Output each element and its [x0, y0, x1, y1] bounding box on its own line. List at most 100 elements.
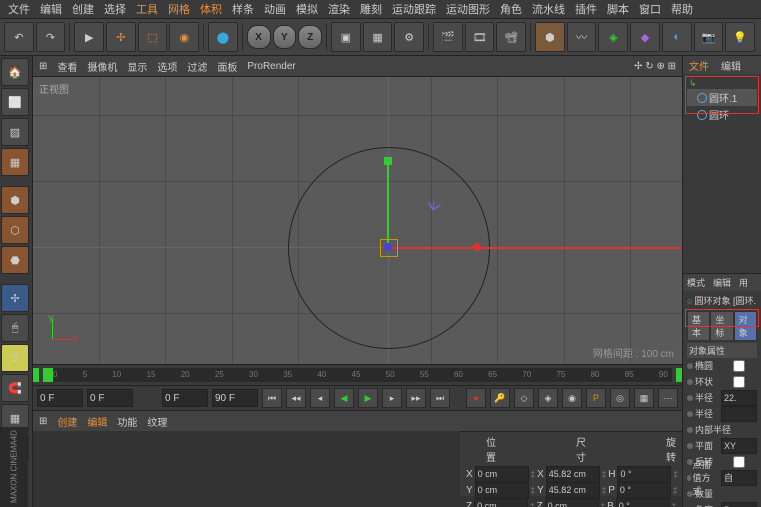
render-settings-button[interactable]: ⚙ — [394, 22, 424, 52]
view-camera[interactable]: 摄像机 — [87, 59, 117, 74]
view-prorender[interactable]: ProRender — [247, 61, 295, 72]
view-nav-icons[interactable]: ✢ ↻ ⊕ ⊞ — [634, 61, 676, 72]
menu-script[interactable]: 脚本 — [603, 1, 633, 17]
cube-primitive[interactable]: ⬢ — [535, 22, 565, 52]
spline-primitive[interactable]: 〰 — [567, 22, 597, 52]
film-icon[interactable]: 📽 — [496, 22, 526, 52]
goto-start[interactable]: ⏮ — [262, 388, 282, 408]
snap-toggle[interactable]: S — [1, 344, 29, 372]
timeline-start[interactable] — [33, 368, 39, 382]
menu-sim[interactable]: 模拟 — [292, 1, 322, 17]
timeline-end[interactable] — [676, 368, 682, 382]
menu-plugin[interactable]: 插件 — [571, 1, 601, 17]
menu-create[interactable]: 创建 — [68, 1, 98, 17]
mouse-mode[interactable]: 🖱 — [1, 314, 29, 342]
tab-coord[interactable]: 坐标 — [710, 311, 733, 341]
key-scale[interactable]: ◈ — [538, 388, 558, 408]
menu-help[interactable]: 帮助 — [667, 1, 697, 17]
tab-file[interactable]: 文件 — [683, 56, 715, 74]
menu-track[interactable]: 运动跟踪 — [388, 1, 440, 17]
rotate-tool[interactable]: ◉ — [169, 22, 199, 52]
rot-p[interactable] — [617, 482, 671, 499]
axis-y[interactable]: Y — [273, 25, 297, 49]
tab-object[interactable]: 对象 — [734, 311, 757, 341]
tab-edit[interactable]: 编辑 — [715, 56, 747, 74]
size-x[interactable] — [546, 466, 600, 483]
live-select[interactable]: ⬤ — [208, 22, 238, 52]
menu-select[interactable]: 选择 — [100, 1, 130, 17]
tab-basic[interactable]: 基本 — [687, 311, 710, 341]
prev-frame[interactable]: ◂ — [310, 388, 330, 408]
undo-button[interactable]: ↶ — [4, 22, 34, 52]
menu-spline[interactable]: 样条 — [228, 1, 258, 17]
view-view[interactable]: 查看 — [57, 59, 77, 74]
mat-tex[interactable]: 纹理 — [147, 414, 167, 429]
move-tool[interactable]: ✢ — [106, 22, 136, 52]
take-icon[interactable]: 🎞 — [465, 22, 495, 52]
menu-anim[interactable]: 动画 — [260, 1, 290, 17]
menu-edit[interactable]: 编辑 — [36, 1, 66, 17]
camera-icon[interactable]: 📷 — [694, 22, 724, 52]
gizmo-y-handle[interactable] — [384, 157, 392, 165]
angle-field[interactable] — [721, 502, 757, 507]
view-display[interactable]: 显示 — [127, 59, 147, 74]
point-mode[interactable]: ⬢ — [1, 186, 29, 214]
poly-mode[interactable]: ⬣ — [1, 246, 29, 274]
next-key[interactable]: ▸▸ — [406, 388, 426, 408]
magnet-icon[interactable]: 🧲 — [1, 374, 29, 402]
timeline-track[interactable]: 051015202530354045505560657075808590 — [43, 368, 672, 382]
pos-x[interactable] — [475, 466, 529, 483]
key-opts[interactable]: ▦ — [634, 388, 654, 408]
attr-user[interactable]: 用 — [735, 274, 752, 291]
menu-render[interactable]: 渲染 — [324, 1, 354, 17]
menu-mograph[interactable]: 运动图形 — [442, 1, 494, 17]
attr-edit[interactable]: 编辑 — [709, 274, 735, 291]
radius2-field[interactable] — [721, 406, 757, 422]
nav-icon[interactable]: ⊞ — [39, 416, 47, 427]
play-forward[interactable]: ▶ — [358, 388, 378, 408]
menu-sculpt[interactable]: 雕刻 — [356, 1, 386, 17]
frame-b[interactable] — [212, 389, 258, 407]
menu-char[interactable]: 角色 — [496, 1, 526, 17]
object-mode[interactable]: ⬜ — [1, 88, 29, 116]
texture-mode[interactable]: ▨ — [1, 118, 29, 146]
size-y[interactable] — [546, 482, 600, 499]
axis-z[interactable]: Z — [298, 25, 322, 49]
select-tool[interactable]: ▶ — [74, 22, 104, 52]
env-icon[interactable]: ◐ — [662, 22, 692, 52]
goto-end[interactable]: ⏭ — [430, 388, 450, 408]
interp-select[interactable] — [721, 470, 757, 486]
menu-window[interactable]: 窗口 — [635, 1, 665, 17]
menu-tools[interactable]: 工具 — [132, 1, 162, 17]
mat-func[interactable]: 功能 — [117, 414, 137, 429]
axis-mode[interactable]: ✢ — [1, 284, 29, 312]
clapper-icon[interactable]: 🎬 — [433, 22, 463, 52]
generator-icon[interactable]: ◈ — [598, 22, 628, 52]
ring-check[interactable] — [724, 376, 754, 388]
frame-start[interactable] — [37, 389, 83, 407]
prev-key[interactable]: ◂◂ — [286, 388, 306, 408]
model-mode[interactable]: 🏠 — [1, 58, 29, 86]
key-pla[interactable]: ◎ — [610, 388, 630, 408]
frame-current[interactable] — [87, 389, 133, 407]
viewport[interactable]: 正视图 ⟀ YX 网格间距 : 100 cm — [33, 77, 682, 364]
rot-h[interactable] — [617, 466, 671, 483]
radius-field[interactable] — [721, 390, 757, 406]
key-pos[interactable]: ◇ — [514, 388, 534, 408]
timeline-marker[interactable] — [43, 368, 53, 382]
frame-a[interactable] — [162, 389, 208, 407]
size-z[interactable] — [545, 498, 599, 507]
material-area[interactable] — [33, 431, 460, 507]
scale-tool[interactable]: ⬚ — [138, 22, 168, 52]
gizmo-z-dot[interactable] — [384, 243, 392, 251]
view-filter[interactable]: 过滤 — [187, 59, 207, 74]
ellipse-check[interactable] — [724, 360, 754, 372]
gizmo-x-axis[interactable] — [388, 247, 478, 249]
pos-z[interactable] — [474, 498, 528, 507]
timeline[interactable]: 051015202530354045505560657075808590 — [33, 364, 682, 385]
deformer-icon[interactable]: ◆ — [630, 22, 660, 52]
menu-mesh[interactable]: 网格 — [164, 1, 194, 17]
menu-volume[interactable]: 体积 — [196, 1, 226, 17]
rot-b[interactable] — [616, 498, 670, 507]
plane-select[interactable] — [721, 438, 757, 454]
